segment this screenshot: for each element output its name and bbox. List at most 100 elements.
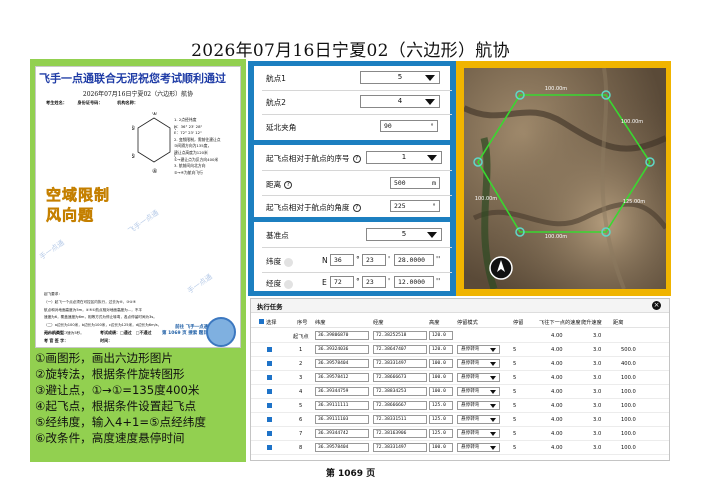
altitude-field[interactable]: 100.0 (429, 387, 453, 396)
table-row[interactable]: 3 36.39578412 72.38666673 100.0 悬停转弯 5 4.00 3.0… (251, 371, 669, 385)
select-all-checkbox[interactable] (259, 319, 264, 324)
hover-mode-select[interactable]: 悬停转弯 (457, 415, 500, 424)
row-checkbox[interactable] (267, 445, 272, 450)
side-mark: 手一点通 (38, 238, 66, 262)
compass-icon[interactable] (489, 256, 513, 280)
divider (262, 272, 452, 273)
step-item: ③避让点，①→①=135度400米 (35, 383, 200, 397)
chevron-down-icon (425, 99, 435, 105)
nav2-select[interactable]: 4 (360, 95, 440, 108)
column-header: 高度 (429, 320, 440, 326)
longitude-field[interactable]: 72.38331497 (373, 359, 427, 368)
latitude-field[interactable]: 36.39344742 (315, 429, 369, 438)
row-checkbox[interactable] (267, 347, 272, 352)
wait-time: 5 (513, 361, 517, 367)
step-item: ④起飞点，根据条件设置起飞点 (35, 399, 197, 413)
longitude-field[interactable]: 72.38331497 (373, 443, 427, 452)
takeoff-index-label: 起飞点相对于航点的序号? (266, 153, 361, 164)
speed-value: 4.00 (551, 403, 563, 409)
hover-mode-select[interactable]: 悬停转弯 (457, 429, 500, 438)
longitude-field[interactable]: 72.38666667 (373, 401, 427, 410)
table-row[interactable]: 2 36.39578404 72.38331497 100.0 悬停转弯 5 4.00 3.0… (251, 357, 669, 371)
steps-list: ①画图形，画出六边形图片 ②旋转法，根据条件旋转图形 ③避让点，①→①=135度… (35, 350, 245, 446)
longitude-field[interactable]: 72.38647407 (373, 345, 427, 354)
help-icon[interactable]: ? (284, 181, 293, 189)
takeoff-index-select[interactable]: 1 (366, 151, 442, 164)
lon-sec-input[interactable]: 12.0000 (394, 276, 434, 288)
task-table-header: 选择 序号 纬度 经度 高度 停留模式 停留 飞往下一点的速度 爬升速度 距离 (251, 314, 669, 328)
nav1-select[interactable]: 5 (360, 71, 440, 84)
angle-input[interactable]: 90 ° (380, 120, 438, 132)
page-number: 第 1069 页 (325, 469, 376, 479)
row-checkbox[interactable] (267, 361, 272, 366)
row-checkbox[interactable] (267, 389, 272, 394)
lat-sec-input[interactable]: 28.0000 (394, 254, 434, 266)
circle-icon (284, 279, 294, 289)
watermark-text: 空域限制 风向题 (46, 186, 111, 225)
chevron-down-icon (427, 232, 437, 238)
lat-deg-input[interactable]: 36 (330, 254, 354, 266)
hover-mode-select[interactable]: 悬停转弯 (457, 443, 500, 452)
table-row[interactable]: 1 36.39324036 72.38647407 120.0 悬停转弯 5 4.00 3.0… (251, 343, 669, 357)
hover-mode-select[interactable]: 悬停转弯 (457, 401, 500, 410)
climb-value: 3.0 (593, 361, 602, 367)
segment-length-label: 100.00m (621, 119, 643, 125)
table-row[interactable]: 4 36.39344759 72.38834253 100.0 悬停转弯 5 4.00 3.0… (251, 385, 669, 399)
table-row[interactable]: 8 36.39578404 72.38331497 100.0 悬停转弯 5 4.00 3.0… (251, 441, 669, 455)
longitude-field[interactable]: 72.38834253 (373, 387, 427, 396)
row-checkbox[interactable] (267, 403, 272, 408)
wait-time: 5 (513, 389, 517, 395)
lat-min-input[interactable]: 23 (362, 254, 386, 266)
hover-mode-select[interactable]: 悬停转弯 (457, 373, 500, 382)
step-item: ②旋转法，根据条件旋转图形 (35, 367, 185, 381)
altitude-field[interactable]: 120.0 (429, 331, 453, 340)
lon-deg-input[interactable]: 72 (330, 276, 354, 288)
altitude-field[interactable]: 125.0 (429, 429, 453, 438)
side-mark: 飞手一点通 (126, 208, 161, 236)
help-icon[interactable]: ? (352, 155, 361, 163)
hover-mode-select[interactable]: 悬停转弯 (457, 387, 500, 396)
logo-badge (206, 317, 236, 347)
base-point-select[interactable]: 5 (366, 228, 442, 241)
lon-min-input[interactable]: 23 (362, 276, 386, 288)
speed-value: 4.00 (551, 347, 563, 353)
latitude-field[interactable]: 36.39578404 (315, 359, 369, 368)
latitude-field[interactable]: 36.39111111 (315, 401, 369, 410)
speed-value: 4.00 (551, 333, 563, 339)
table-row[interactable]: 6 36.39111103 72.38331511 125.0 悬停转弯 5 4.00 3.0… (251, 413, 669, 427)
chevron-down-icon (425, 75, 435, 81)
hover-mode-select[interactable]: 悬停转弯 (457, 359, 500, 368)
altitude-field[interactable]: 125.0 (429, 415, 453, 424)
longitude-field[interactable]: 72.38666673 (373, 373, 427, 382)
distance-value: 100.0 (621, 389, 636, 395)
row-checkbox[interactable] (267, 375, 272, 380)
close-icon[interactable]: × (652, 301, 661, 310)
map-canvas[interactable]: 100.00m 100.00m 125.00m 100.00m 100.00m (464, 68, 666, 289)
help-icon[interactable]: ? (352, 204, 361, 212)
latitude-field[interactable]: 36.39806870 (315, 331, 369, 340)
latitude-field[interactable]: 36.39324036 (315, 345, 369, 354)
altitude-field[interactable]: 100.0 (429, 373, 453, 382)
table-row[interactable]: 7 36.39344742 72.38163906 125.0 悬停转弯 5 4.00 3.0… (251, 427, 669, 441)
longitude-field[interactable]: 72.38163906 (373, 429, 427, 438)
latitude-field[interactable]: 36.39578412 (315, 373, 369, 382)
satellite-map[interactable]: 100.00m 100.00m 125.00m 100.00m 100.00m (464, 68, 666, 289)
hover-mode-select[interactable]: 悬停转弯 (457, 345, 500, 354)
altitude-field[interactable]: 125.0 (429, 401, 453, 410)
latitude-field[interactable]: 36.39578404 (315, 443, 369, 452)
table-row[interactable]: 起飞点 36.39806870 72.38252518 120.0 4.00 3.0 (251, 329, 669, 343)
altitude-field[interactable]: 100.0 (429, 443, 453, 452)
row-checkbox[interactable] (267, 417, 272, 422)
altitude-field[interactable]: 120.0 (429, 345, 453, 354)
altitude-field[interactable]: 100.0 (429, 359, 453, 368)
latitude-field[interactable]: 36.39111103 (315, 415, 369, 424)
table-row[interactable]: 5 36.39111111 72.38666667 125.0 悬停转弯 5 4.00 3.0… (251, 399, 669, 413)
takeoff-angle-input[interactable]: 225 ° (390, 200, 440, 212)
column-header: 爬升速度 (581, 320, 602, 326)
longitude-field[interactable]: 72.38252518 (373, 331, 427, 340)
latitude-field[interactable]: 36.39344759 (315, 387, 369, 396)
longitude-field[interactable]: 72.38331511 (373, 415, 427, 424)
row-checkbox[interactable] (267, 431, 272, 436)
distance-input[interactable]: 500 m (390, 177, 440, 189)
circle-icon (284, 257, 294, 267)
